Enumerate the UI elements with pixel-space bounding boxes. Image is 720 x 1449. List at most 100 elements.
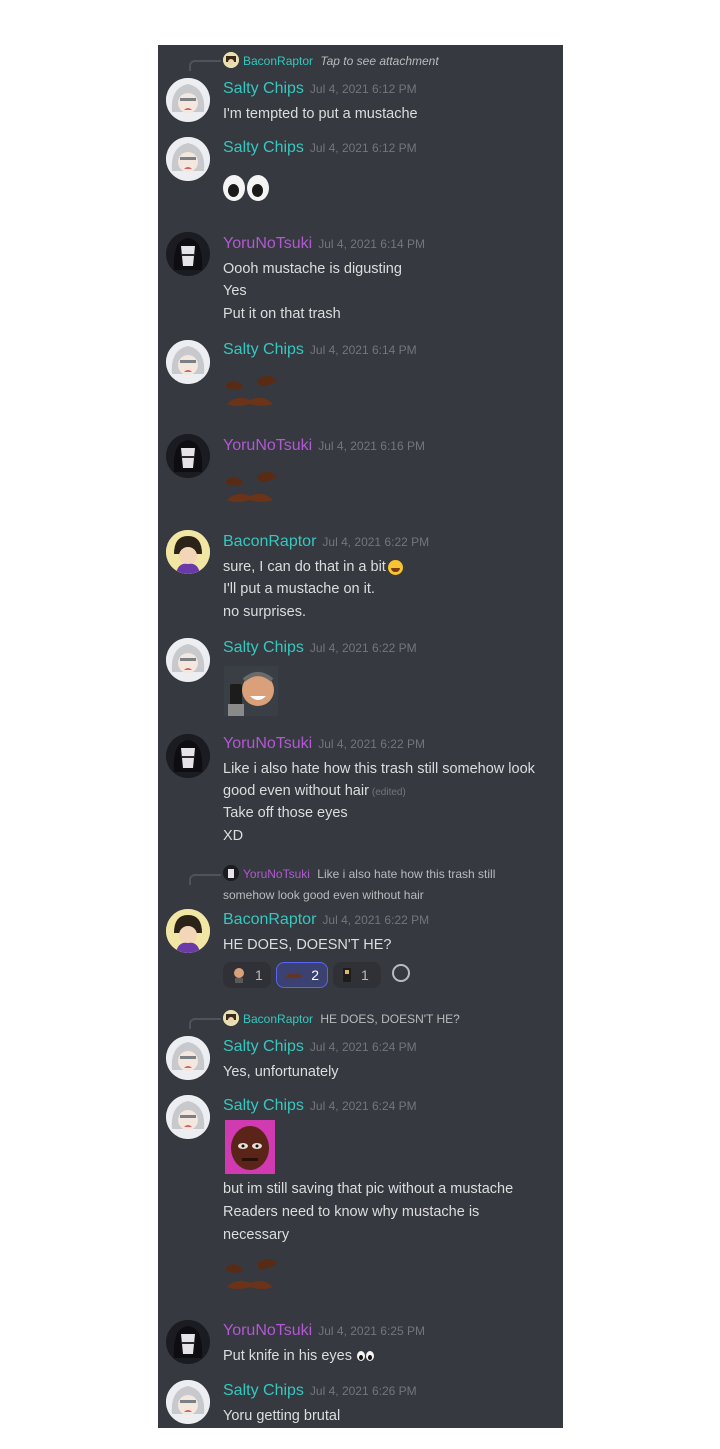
message-text: Like i also hate how this trash still so… <box>223 761 535 777</box>
timestamp: Jul 4, 2021 6:26 PM <box>309 1384 417 1398</box>
avatar[interactable] <box>166 1380 210 1424</box>
reply-text: Tap to see attachment <box>320 54 439 68</box>
message-author[interactable]: BaconRaptor Jul 4, 2021 6:22 PM <box>223 911 429 929</box>
message-author[interactable]: Salty Chips Jul 4, 2021 6:14 PM <box>223 341 417 359</box>
reaction-person[interactable]: 1 <box>223 962 271 988</box>
bacon-avatar-mini <box>223 52 239 68</box>
reply-connector <box>189 874 221 885</box>
author-name[interactable]: BaconRaptor <box>223 911 316 928</box>
mustache-emoji[interactable] <box>223 1257 279 1291</box>
avatar[interactable] <box>166 232 210 276</box>
face-image-emoji[interactable] <box>225 1120 275 1174</box>
message-author[interactable]: BaconRaptor Jul 4, 2021 6:22 PM <box>223 533 429 551</box>
eye-icon <box>366 1351 374 1362</box>
author-name[interactable]: YoruNoTsuki <box>223 735 312 752</box>
reply-reference[interactable]: BaconRaptor HE DOES, DOESN'T HE? <box>223 1010 460 1026</box>
message-author[interactable]: YoruNoTsuki Jul 4, 2021 6:25 PM <box>223 1322 425 1340</box>
message-text: I'm tempted to put a mustache <box>223 106 418 122</box>
message-author[interactable]: YoruNoTsuki Jul 4, 2021 6:22 PM <box>223 735 425 753</box>
timestamp: Jul 4, 2021 6:22 PM <box>322 913 430 927</box>
avatar[interactable] <box>166 434 210 478</box>
message-text: sure, I can do that in a bit <box>223 559 403 575</box>
avatar[interactable] <box>166 638 210 682</box>
add-reaction-icon[interactable] <box>392 964 410 982</box>
phone-emoji-icon <box>343 968 351 982</box>
message-text: but im still saving that pic without a m… <box>223 1181 514 1197</box>
eye-icon <box>247 175 269 201</box>
avatar[interactable] <box>166 1320 210 1364</box>
author-name[interactable]: Salty Chips <box>223 1382 304 1399</box>
message-text: HE DOES, DOESN'T HE? <box>223 937 392 953</box>
avatar[interactable] <box>166 78 210 122</box>
avatar[interactable] <box>166 909 210 953</box>
mustache-emoji[interactable] <box>223 374 279 408</box>
reaction-phone[interactable]: 1 <box>333 962 381 988</box>
reply-reference[interactable]: BaconRaptor Tap to see attachment <box>223 52 439 68</box>
message-text: Take off those eyes <box>223 805 348 821</box>
reply-reference[interactable]: YoruNoTsuki Like i also hate how this tr… <box>223 865 496 881</box>
timestamp: Jul 4, 2021 6:24 PM <box>309 1099 417 1113</box>
timestamp: Jul 4, 2021 6:24 PM <box>309 1040 417 1054</box>
reaction-count: 1 <box>361 967 369 983</box>
author-name[interactable]: YoruNoTsuki <box>223 437 312 454</box>
person-emoji-icon <box>234 968 244 983</box>
timestamp: Jul 4, 2021 6:16 PM <box>318 439 425 453</box>
avatar[interactable] <box>166 137 210 181</box>
message-author[interactable]: Salty Chips Jul 4, 2021 6:24 PM <box>223 1097 417 1115</box>
timestamp: Jul 4, 2021 6:22 PM <box>318 737 425 751</box>
avatar[interactable] <box>166 530 210 574</box>
yoru-avatar-mini <box>223 865 239 881</box>
author-name[interactable]: Salty Chips <box>223 341 304 358</box>
timestamp: Jul 4, 2021 6:12 PM <box>309 82 417 96</box>
message-author[interactable]: YoruNoTsuki Jul 4, 2021 6:14 PM <box>223 235 425 253</box>
reply-text-continued: somehow look good even without hair <box>223 888 424 902</box>
timestamp: Jul 4, 2021 6:14 PM <box>309 343 417 357</box>
chat-panel: BaconRaptor Tap to see attachment Salty … <box>158 45 563 1428</box>
laughing-man-emoji[interactable] <box>224 666 278 716</box>
avatar[interactable] <box>166 1095 210 1139</box>
message-author[interactable]: Salty Chips Jul 4, 2021 6:12 PM <box>223 139 417 157</box>
avatar[interactable] <box>166 734 210 778</box>
avatar[interactable] <box>166 340 210 384</box>
message-line: Put knife in his eyes <box>223 1348 352 1364</box>
mustache-emoji[interactable] <box>223 470 279 504</box>
message-text: necessary <box>223 1227 290 1243</box>
timestamp: Jul 4, 2021 6:22 PM <box>322 535 430 549</box>
author-name[interactable]: Salty Chips <box>223 639 304 656</box>
message-author[interactable]: Salty Chips Jul 4, 2021 6:12 PM <box>223 80 417 98</box>
reply-text: Like i also hate how this trash still <box>317 867 496 881</box>
message-author[interactable]: Salty Chips Jul 4, 2021 6:22 PM <box>223 639 417 657</box>
message-author[interactable]: Salty Chips Jul 4, 2021 6:26 PM <box>223 1382 417 1400</box>
message-text: Yes <box>223 283 247 299</box>
reply-author[interactable]: YoruNoTsuki <box>243 867 310 881</box>
message-text: Oooh mustache is digusting <box>223 261 402 277</box>
message-author[interactable]: Salty Chips Jul 4, 2021 6:24 PM <box>223 1038 417 1056</box>
avatar[interactable] <box>166 1036 210 1080</box>
joy-emoji-icon <box>387 559 403 575</box>
author-name[interactable]: Salty Chips <box>223 80 304 97</box>
reply-author[interactable]: BaconRaptor <box>243 1012 313 1026</box>
mustache-emoji-icon <box>285 973 303 978</box>
eye-icon <box>223 175 245 201</box>
reaction-mustache[interactable]: 2 <box>276 962 328 988</box>
message-text: Yes, unfortunately <box>223 1064 339 1080</box>
message-line: good even without hair <box>223 783 369 799</box>
eyes-emoji[interactable] <box>223 175 271 206</box>
reply-connector <box>189 1018 221 1029</box>
message-author[interactable]: YoruNoTsuki Jul 4, 2021 6:16 PM <box>223 437 425 455</box>
author-name[interactable]: YoruNoTsuki <box>223 1322 312 1339</box>
author-name[interactable]: BaconRaptor <box>223 533 316 550</box>
message-text: XD <box>223 828 244 844</box>
message-line: sure, I can do that in a bit <box>223 559 386 575</box>
author-name[interactable]: Salty Chips <box>223 139 304 156</box>
timestamp: Jul 4, 2021 6:25 PM <box>318 1324 425 1338</box>
author-name[interactable]: YoruNoTsuki <box>223 235 312 252</box>
message-text: no surprises. <box>223 604 307 620</box>
message-text: Put it on that trash <box>223 306 341 322</box>
reply-text: HE DOES, DOESN'T HE? <box>320 1012 460 1026</box>
eye-icon <box>357 1351 365 1362</box>
author-name[interactable]: Salty Chips <box>223 1038 304 1055</box>
author-name[interactable]: Salty Chips <box>223 1097 304 1114</box>
reaction-count: 2 <box>311 967 319 983</box>
reply-author[interactable]: BaconRaptor <box>243 54 313 68</box>
